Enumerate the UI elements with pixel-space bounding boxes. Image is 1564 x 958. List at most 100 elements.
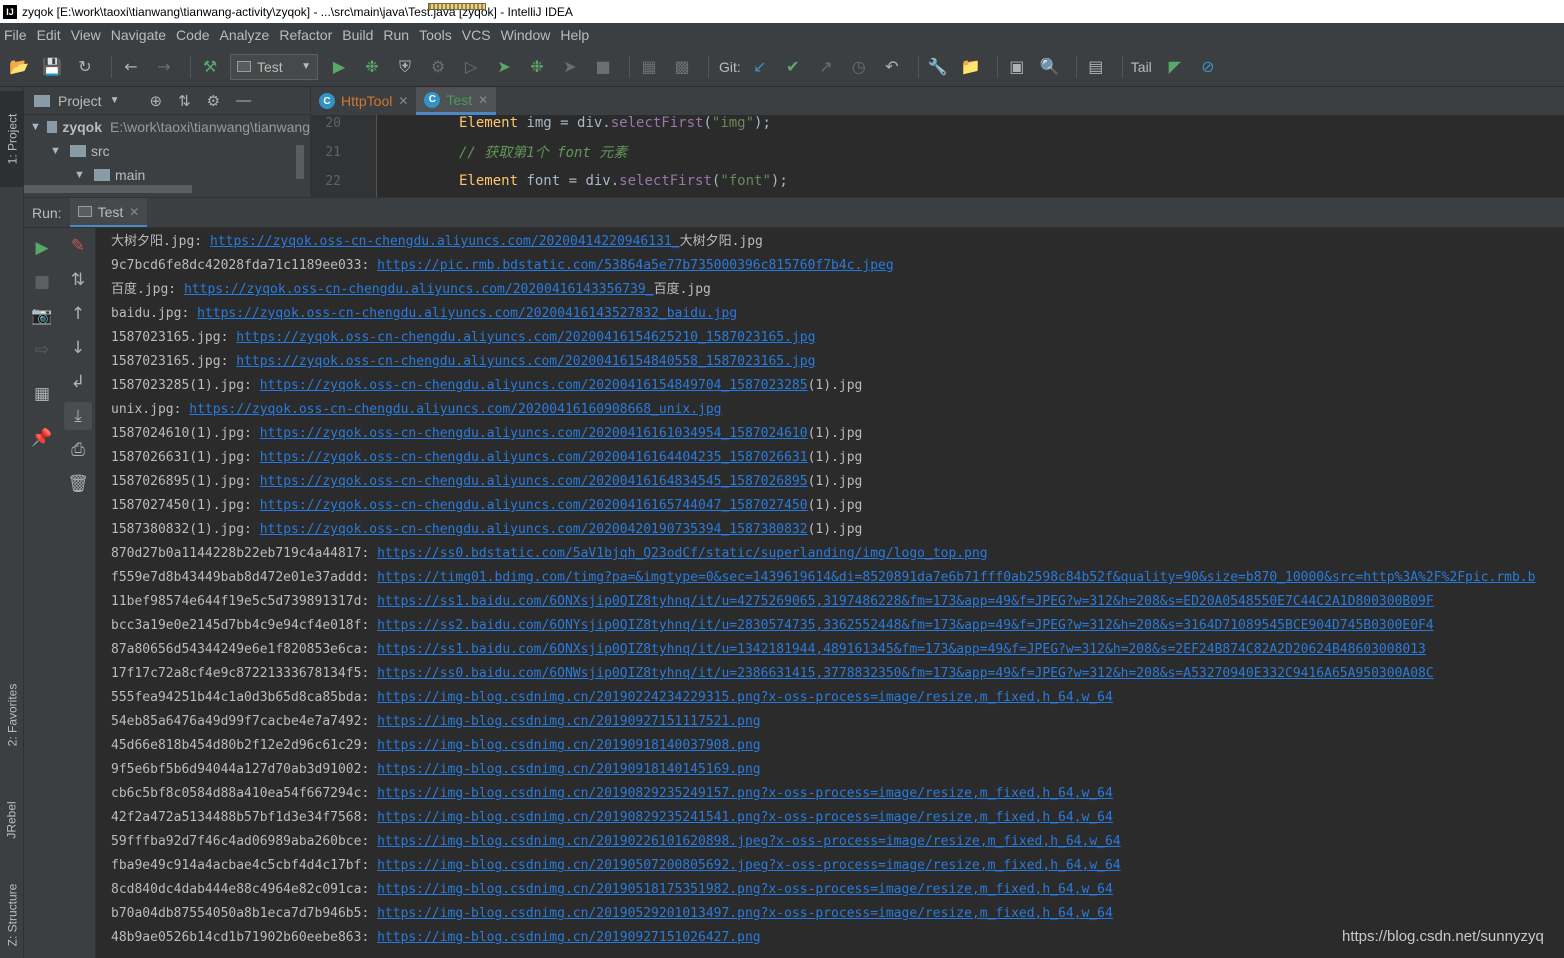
tail-label[interactable]: Tail [1131,59,1152,75]
restore-layout-icon[interactable]: ▦ [24,380,60,408]
settings-wrench-icon[interactable]: 🔧 [925,54,951,80]
console-link[interactable]: https://zyqok.oss-cn-chengdu.aliyuncs.co… [260,474,808,489]
console-link[interactable]: https://timg01.bdimg.com/timg?pa=&imgtyp… [377,570,1535,585]
clear-pencil-icon[interactable]: ✎ [60,232,96,260]
stop-icon[interactable]: ■ [590,54,616,80]
chevron-down-icon[interactable]: ▼ [110,95,120,106]
run-dashboard-icon[interactable]: ▷ [458,54,484,80]
console-link[interactable]: https://img-blog.csdnimg.cn/201902242342… [377,690,1113,705]
expand-arrow-icon[interactable]: ▼ [74,169,88,181]
open-folder-icon[interactable]: 📂 [6,54,32,80]
menu-build[interactable]: Build [338,23,379,47]
menu-analyze[interactable]: Analyze [216,23,276,47]
code-line-20[interactable]: 20 Element img = div.selectFirst("img"); [311,113,1564,133]
project-horizontal-scrollbar[interactable] [24,185,192,193]
tab-structure[interactable]: Z: Structure [0,873,24,957]
menu-view[interactable]: View [67,23,107,47]
console-link[interactable]: https://ss1.baidu.com/6ONXsjip0QIZ8tyhnq… [377,642,1426,657]
synchronize-icon[interactable]: ↻ [72,54,98,80]
sort-icon[interactable]: ⇅ [60,266,96,294]
git-push-icon[interactable]: ↗ [813,54,839,80]
tab-favorites[interactable]: 2: Favorites [0,665,24,765]
run-icon[interactable]: ▶ [326,54,352,80]
code-line-21[interactable]: 21 // 获取第1个 font 元素 [311,142,1564,162]
menu-code[interactable]: Code [172,23,215,47]
git-update-icon[interactable]: ↙ [747,54,773,80]
close-icon[interactable]: ✕ [129,205,139,219]
stop-icon[interactable]: ■ [24,268,60,296]
tree-node-main[interactable]: ▼ main [24,163,310,187]
soft-wrap-icon[interactable]: ↲ [60,368,96,396]
menu-window[interactable]: Window [497,23,557,47]
tab-project[interactable]: 1: Project [0,91,24,187]
tree-node-root[interactable]: ▼ zyqok E:\work\taoxi\tianwang\tianwang [24,115,310,139]
tab-httptool[interactable]: C HttpTool ✕ [311,87,416,115]
jrebel-update-icon[interactable]: ➤ [557,54,583,80]
attach-debugger-icon[interactable]: ▦ [636,54,662,80]
debug-bug-icon[interactable]: ❉ [359,54,385,80]
close-icon[interactable]: ✕ [398,94,408,108]
project-panel-title[interactable]: Project [58,93,102,109]
console-link[interactable]: https://zyqok.oss-cn-chengdu.aliyuncs.co… [260,498,808,513]
console-output[interactable]: 大树夕阳.jpg: https://zyqok.oss-cn-chengdu.a… [97,228,1564,958]
profiler-icon[interactable]: ⚙ [425,54,451,80]
up-arrow-icon[interactable]: ↑ [60,300,96,328]
run-configuration-select[interactable]: Test ▼ [230,53,318,80]
back-arrow-icon[interactable]: ← [118,54,144,80]
gear-icon[interactable]: ⚙ [207,92,220,110]
expand-arrow-icon[interactable]: ▼ [30,121,41,133]
menu-help[interactable]: Help [556,23,595,47]
console-link[interactable]: https://ss2.baidu.com/6ONYsjip0QIZ8tyhnq… [377,618,1434,633]
forward-arrow-icon[interactable]: → [151,54,177,80]
services-icon[interactable]: ▩ [669,54,695,80]
save-all-icon[interactable]: 💾 [39,54,65,80]
git-commit-icon[interactable]: ✔ [780,54,806,80]
console-link[interactable]: https://ss0.bdstatic.com/5aV1bjqh_Q23odC… [377,546,987,561]
console-link[interactable]: https://zyqok.oss-cn-chengdu.aliyuncs.co… [210,234,680,249]
console-link[interactable]: https://zyqok.oss-cn-chengdu.aliyuncs.co… [189,402,721,417]
menu-vcs[interactable]: VCS [458,23,497,47]
console-link[interactable]: https://img-blog.csdnimg.cn/201909181401… [377,762,761,777]
console-link[interactable]: https://zyqok.oss-cn-chengdu.aliyuncs.co… [197,306,737,321]
down-arrow-icon[interactable]: ↓ [60,334,96,362]
database-icon[interactable]: ▤ [1083,54,1109,80]
pin-tab-icon[interactable]: 📌 [24,424,60,452]
console-link[interactable]: https://zyqok.oss-cn-chengdu.aliyuncs.co… [236,354,815,369]
menu-run[interactable]: Run [379,23,415,47]
console-link[interactable]: https://ss1.baidu.com/6ONXsjip0QIZ8tyhnq… [377,594,1434,609]
title-drag-handle[interactable] [428,3,486,10]
run-tab-test[interactable]: Test ✕ [69,198,148,227]
tab-test[interactable]: C Test ✕ [416,87,497,115]
power-save-icon[interactable]: ⊘ [1195,54,1221,80]
print-icon[interactable]: ⎙ [60,436,96,464]
console-link[interactable]: https://img-blog.csdnimg.cn/201905292010… [377,906,1113,921]
run-with-coverage-icon[interactable]: ⛨ [392,54,418,80]
console-link[interactable]: https://zyqok.oss-cn-chengdu.aliyuncs.co… [184,282,654,297]
console-link[interactable]: https://zyqok.oss-cn-chengdu.aliyuncs.co… [260,378,808,393]
console-link[interactable]: https://img-blog.csdnimg.cn/201909271510… [377,930,761,945]
dump-threads-camera-icon[interactable]: 📷 [24,302,60,330]
console-link[interactable]: https://zyqok.oss-cn-chengdu.aliyuncs.co… [236,330,815,345]
code-line-22[interactable]: 22 Element font = div.selectFirst("font"… [311,171,1564,191]
trash-icon[interactable]: 🗑 [60,470,96,498]
rerun-icon[interactable]: ▶ [24,234,60,262]
console-link[interactable]: https://zyqok.oss-cn-chengdu.aliyuncs.co… [260,450,808,465]
console-link[interactable]: https://img-blog.csdnimg.cn/201902261016… [377,834,1121,849]
jrebel-debug-icon[interactable]: ❉ [524,54,550,80]
locate-target-icon[interactable]: ⊕ [149,92,162,110]
console-link[interactable]: https://img-blog.csdnimg.cn/201905072008… [377,858,1121,873]
statistic-chart-icon[interactable]: ◤ [1162,54,1188,80]
console-link[interactable]: https://img-blog.csdnimg.cn/201909271511… [377,714,761,729]
menu-tools[interactable]: Tools [415,23,458,47]
tab-jrebel[interactable]: JRebel [0,785,24,855]
project-structure-icon[interactable]: 📁 [958,54,984,80]
exit-icon[interactable]: ⇨ [24,336,60,364]
console-link[interactable]: https://img-blog.csdnimg.cn/201909181400… [377,738,761,753]
hide-minus-icon[interactable]: — [236,92,251,109]
git-rollback-icon[interactable]: ↶ [879,54,905,80]
menu-edit[interactable]: Edit [33,23,67,47]
menu-navigate[interactable]: Navigate [107,23,172,47]
git-history-icon[interactable]: ◷ [846,54,872,80]
build-hammer-icon[interactable]: ⚒ [197,54,223,80]
console-link[interactable]: https://pic.rmb.bdstatic.com/53864a5e77b… [377,258,894,273]
